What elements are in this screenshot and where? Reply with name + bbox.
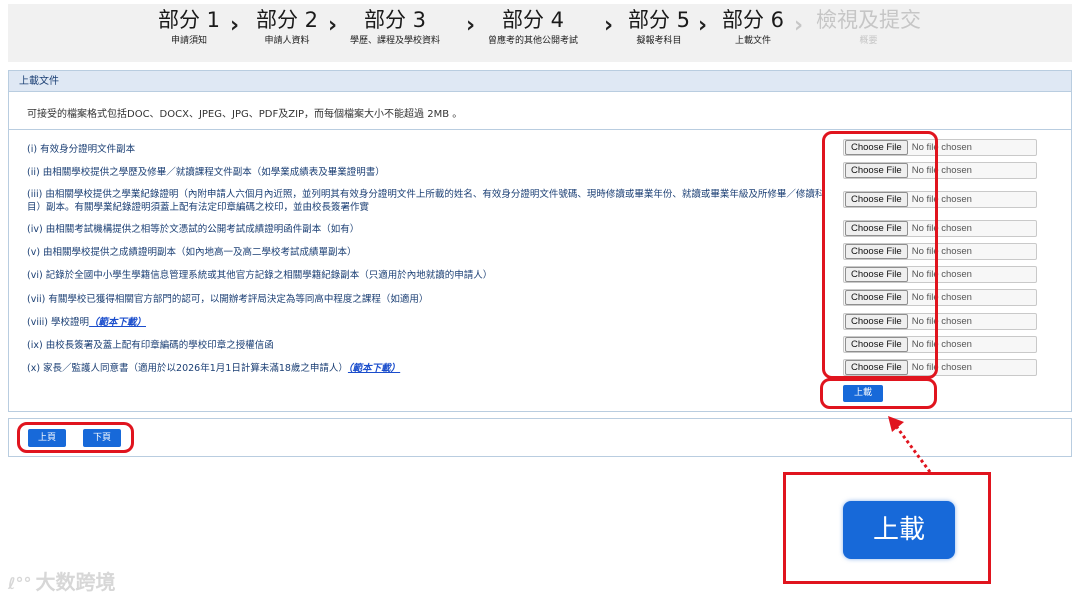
file-input-vii[interactable]: Choose File No file chosen bbox=[843, 289, 1037, 306]
file-status: No file chosen bbox=[911, 292, 972, 303]
zoomed-upload-button[interactable]: 上載 bbox=[843, 501, 955, 559]
choose-file-button[interactable]: Choose File bbox=[845, 290, 908, 305]
file-input-ii[interactable]: Choose File No file chosen bbox=[843, 162, 1037, 179]
file-status: No file chosen bbox=[911, 165, 972, 176]
upload-documents-panel: 上載文件 可接受的檔案格式包括DOC、DOCX、JPEG、JPG、PDF及ZIP… bbox=[8, 70, 1072, 412]
chevron-right-icon: › bbox=[794, 13, 804, 38]
template-download-link[interactable]: （範本下載） bbox=[89, 317, 146, 328]
file-status: No file chosen bbox=[911, 194, 972, 205]
choose-file-button[interactable]: Choose File bbox=[845, 192, 908, 207]
divider bbox=[9, 129, 1071, 130]
choose-file-button[interactable]: Choose File bbox=[845, 314, 908, 329]
chevron-right-icon: › bbox=[604, 13, 614, 38]
step-1-title: 部分 1 bbox=[158, 8, 221, 32]
step-5-title: 部分 5 bbox=[628, 8, 691, 32]
document-label-x: (x) 家長／監護人同意書（適用於以2026年1月1日計算未滿18歲之申請人）（… bbox=[27, 363, 401, 374]
chevron-right-icon: › bbox=[230, 13, 240, 38]
choose-file-button[interactable]: Choose File bbox=[845, 221, 908, 236]
file-status: No file chosen bbox=[911, 362, 972, 373]
chevron-right-icon: › bbox=[328, 13, 338, 38]
file-status: No file chosen bbox=[911, 246, 972, 257]
step-6-subtitle: 上載文件 bbox=[735, 36, 772, 46]
file-status: No file chosen bbox=[911, 142, 972, 153]
chevron-right-icon: › bbox=[466, 13, 476, 38]
watermark: ℓ°° 大数跨境 bbox=[8, 566, 116, 595]
file-input-vi[interactable]: Choose File No file chosen bbox=[843, 266, 1037, 283]
document-label-v: (v) 由相關學校提供之成績證明副本（如內地高一及高二學校考試成績單副本） bbox=[27, 247, 357, 258]
file-status: No file chosen bbox=[911, 223, 972, 234]
step-review-submit: 檢視及提交 概要 bbox=[816, 6, 921, 48]
choose-file-button[interactable]: Choose File bbox=[845, 244, 908, 259]
next-page-button[interactable]: 下頁 bbox=[83, 429, 121, 447]
file-format-note: 可接受的檔案格式包括DOC、DOCX、JPEG、JPG、PDF及ZIP，而每個檔… bbox=[27, 109, 463, 120]
choose-file-button[interactable]: Choose File bbox=[845, 337, 908, 352]
document-label-ix: (ix) 由校長簽署及蓋上配有印章編碼的學校印章之授權信函 bbox=[27, 340, 274, 351]
step-review-subtitle: 概要 bbox=[859, 36, 878, 46]
file-input-v[interactable]: Choose File No file chosen bbox=[843, 243, 1037, 260]
file-input-i[interactable]: Choose File No file chosen bbox=[843, 139, 1037, 156]
file-input-iv[interactable]: Choose File No file chosen bbox=[843, 220, 1037, 237]
step-1-subtitle: 申請須知 bbox=[171, 36, 208, 46]
panel-header: 上載文件 bbox=[9, 71, 1071, 92]
file-status: No file chosen bbox=[911, 269, 972, 280]
step-1[interactable]: 部分 1 申請須知 bbox=[158, 6, 220, 48]
file-input-viii[interactable]: Choose File No file chosen bbox=[843, 313, 1037, 330]
step-3[interactable]: 部分 3 學歷、課程及學校資料 bbox=[350, 6, 440, 48]
step-2-subtitle: 申請人資料 bbox=[264, 36, 310, 46]
file-input-iii[interactable]: Choose File No file chosen bbox=[843, 191, 1037, 208]
step-5-subtitle: 擬報考科目 bbox=[636, 36, 682, 46]
step-review-title: 檢視及提交 bbox=[816, 8, 921, 32]
template-download-link[interactable]: （範本下載） bbox=[348, 363, 400, 374]
step-2-title: 部分 2 bbox=[256, 8, 319, 32]
document-label-ii: (ii) 由相關學校提供之學歷及修畢／就讀課程文件副本（如學業成績表及畢業證明書… bbox=[27, 167, 385, 178]
watermark-text: 大数跨境 bbox=[35, 570, 116, 594]
document-label-iii: (iii) 由相關學校提供之學業紀錄證明（內附申請人六個月內近照，並列明其有效身… bbox=[27, 189, 825, 213]
step-3-subtitle: 學歷、課程及學校資料 bbox=[350, 36, 441, 46]
document-label-iv: (iv) 由相關考試機構提供之相等於文憑試的公開考試成績證明函件副本（如有） bbox=[27, 224, 360, 235]
step-4[interactable]: 部分 4 曾應考的其他公開考試 bbox=[488, 6, 578, 48]
file-input-ix[interactable]: Choose File No file chosen bbox=[843, 336, 1037, 353]
document-label-i: (i) 有效身分證明文件副本 bbox=[27, 144, 136, 155]
previous-page-button[interactable]: 上頁 bbox=[28, 429, 66, 447]
choose-file-button[interactable]: Choose File bbox=[845, 360, 908, 375]
step-2[interactable]: 部分 2 申請人資料 bbox=[256, 6, 318, 48]
upload-button[interactable]: 上載 bbox=[843, 385, 883, 402]
document-label-vii: (vii) 有關學校已獲得相關官方部門的認可，以開辦考評局決定為等同高中程度之課… bbox=[27, 294, 429, 305]
step-5[interactable]: 部分 5 擬報考科目 bbox=[628, 6, 690, 48]
step-6-title: 部分 6 bbox=[722, 8, 785, 32]
step-6[interactable]: 部分 6 上載文件 bbox=[722, 6, 784, 48]
document-label-viii: (viii) 學校證明（範本下載） bbox=[27, 317, 146, 328]
choose-file-button[interactable]: Choose File bbox=[845, 267, 908, 282]
zoom-callout: 上載 bbox=[783, 472, 991, 584]
file-input-x[interactable]: Choose File No file chosen bbox=[843, 359, 1037, 376]
file-status: No file chosen bbox=[911, 339, 972, 350]
choose-file-button[interactable]: Choose File bbox=[845, 140, 908, 155]
step-4-subtitle: 曾應考的其他公開考試 bbox=[488, 36, 579, 46]
choose-file-button[interactable]: Choose File bbox=[845, 163, 908, 178]
step-3-title: 部分 3 bbox=[363, 8, 427, 32]
dotted-arrow-icon bbox=[888, 416, 932, 473]
step-4-title: 部分 4 bbox=[501, 8, 565, 32]
brand-logo-icon: ℓ°° bbox=[8, 574, 32, 593]
file-status: No file chosen bbox=[911, 316, 972, 327]
step-progress-bar: 部分 1 申請須知 › 部分 2 申請人資料 › 部分 3 學歷、課程及學校資料… bbox=[8, 4, 1072, 62]
document-label-vi: (vi) 記錄於全國中小學生學籍信息管理系統或其他官方記錄之相關學籍紀錄副本（只… bbox=[27, 270, 493, 281]
chevron-right-icon: › bbox=[698, 13, 708, 38]
